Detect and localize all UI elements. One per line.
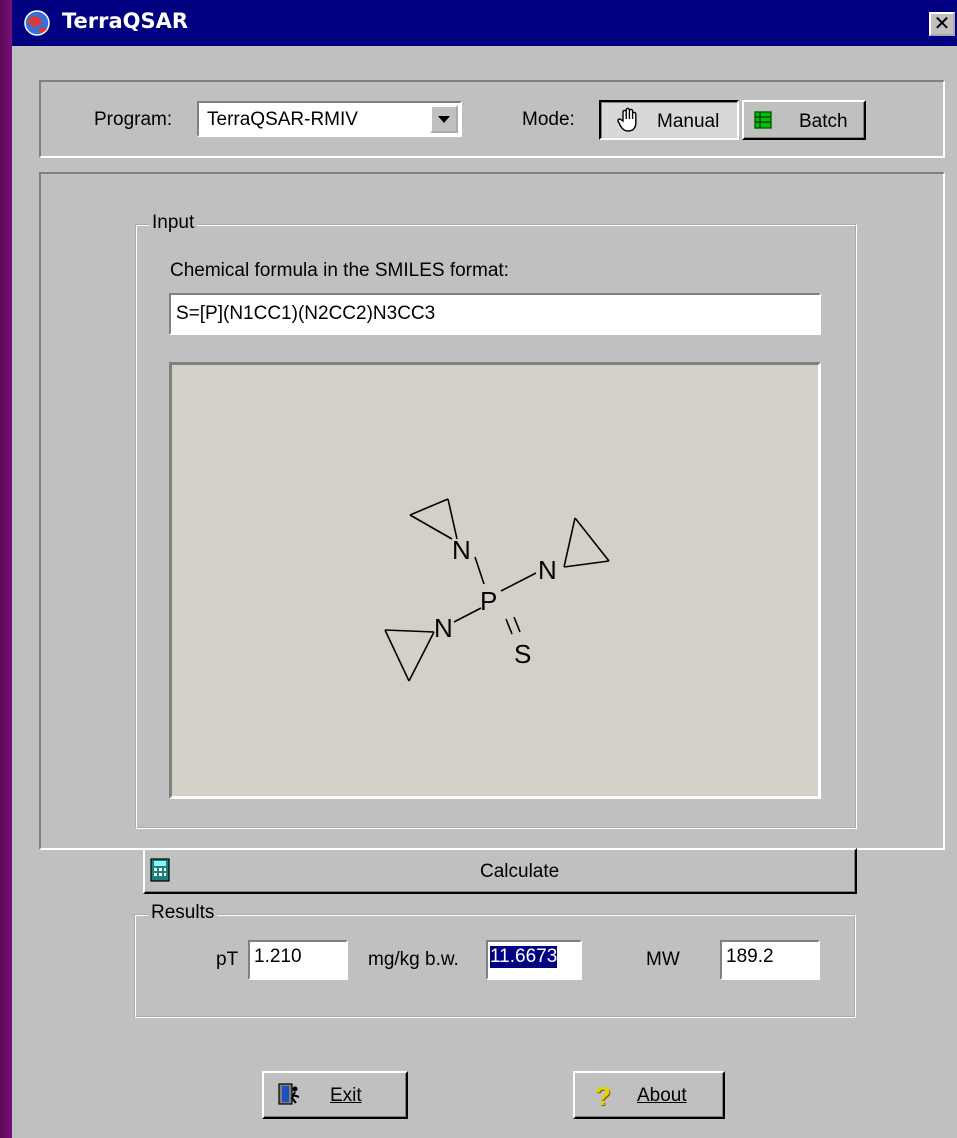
mgkg-label: mg/kg b.w.	[368, 949, 459, 970]
mw-label: MW	[646, 949, 680, 970]
structure-canvas: N N N P S	[169, 362, 821, 799]
smiles-input[interactable]: S=[P](N1CC1)(N2CC2)N3CC3	[169, 293, 821, 335]
main-panel: Input Chemical formula in the SMILES for…	[39, 172, 945, 894]
question-mark-icon: ?	[595, 1081, 611, 1111]
pt-label: pT	[216, 949, 239, 970]
results-group-title: Results	[148, 902, 218, 924]
exit-label: Exit	[330, 1085, 362, 1106]
mw-field[interactable]: 189.2	[720, 940, 820, 980]
mgkg-value: 11.6673	[490, 946, 558, 968]
title-bar[interactable]: TerraQSAR ✕	[12, 0, 957, 46]
atom-n-right: N	[538, 555, 557, 585]
pt-value: 1.210	[254, 946, 302, 967]
hand-icon	[617, 107, 637, 132]
program-label: Program:	[94, 109, 173, 130]
smiles-label: Chemical formula in the SMILES format:	[170, 260, 509, 281]
close-button[interactable]: ✕	[929, 12, 955, 36]
atom-s: S	[514, 639, 531, 669]
mode-label: Mode:	[522, 109, 575, 130]
manual-label: Manual	[657, 111, 720, 132]
atom-n-upper: N	[452, 535, 471, 565]
mw-value: 189.2	[726, 946, 774, 967]
program-panel: Program: TerraQSAR-RMIV Mode: Manual Bat…	[39, 80, 945, 158]
molecule-structure-diagram: N N N P S	[384, 498, 610, 682]
globe-icon	[24, 10, 50, 36]
atom-n-lower: N	[434, 613, 453, 643]
results-groupbox: Results pT 1.210 mg/kg b.w. 11.6673 MW 1…	[134, 902, 856, 1018]
batch-mode-button[interactable]: Batch	[742, 100, 866, 140]
batch-grid-icon	[754, 111, 772, 129]
exit-door-icon	[278, 1083, 300, 1105]
input-group-title: Input	[149, 212, 198, 234]
smiles-value: S=[P](N1CC1)(N2CC2)N3CC3	[176, 303, 436, 324]
pt-field[interactable]: 1.210	[248, 940, 348, 980]
terraqsar-window: TerraQSAR ✕ Program: TerraQSAR-RMIV Mode…	[12, 0, 957, 1138]
window-title: TerraQSAR	[62, 9, 189, 33]
batch-label: Batch	[799, 111, 848, 132]
dropdown-arrow-icon[interactable]	[430, 105, 458, 133]
mgkg-field[interactable]: 11.6673	[486, 940, 582, 980]
exit-button[interactable]: Exit	[262, 1071, 408, 1119]
calculate-label: Calculate	[480, 861, 560, 882]
input-groupbox: Input Chemical formula in the SMILES for…	[135, 212, 857, 829]
calculator-icon	[150, 858, 170, 882]
program-value: TerraQSAR-RMIV	[207, 109, 358, 130]
calculate-button[interactable]: Calculate	[143, 848, 857, 894]
atom-p: P	[480, 586, 497, 616]
program-select[interactable]: TerraQSAR-RMIV	[197, 101, 462, 137]
about-button[interactable]: ? About	[573, 1071, 725, 1119]
about-label: About	[637, 1085, 687, 1106]
manual-mode-button[interactable]: Manual	[599, 100, 739, 140]
